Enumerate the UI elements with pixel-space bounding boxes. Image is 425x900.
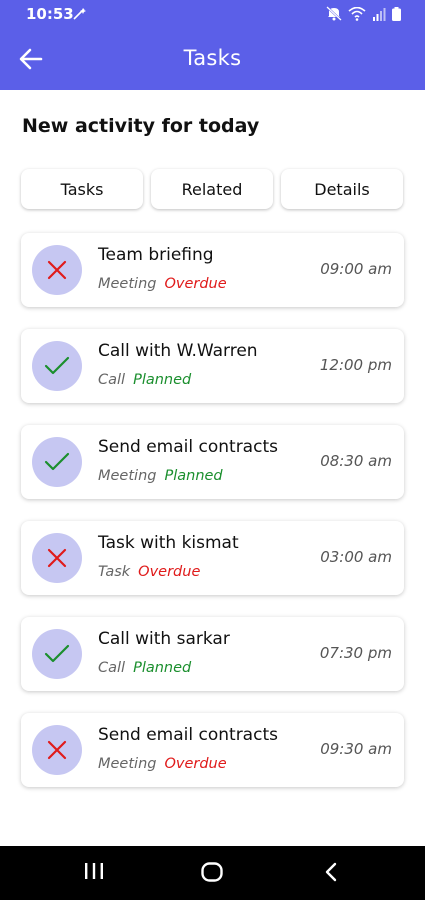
cross-icon [46, 259, 68, 281]
cross-icon-badge [32, 725, 82, 775]
activity-type: Task [98, 564, 131, 580]
activity-type: Meeting [98, 756, 157, 772]
activity-time: 09:00 am [320, 260, 392, 278]
activity-time: 07:30 pm [319, 644, 392, 662]
activity-time: 12:00 pm [319, 356, 392, 374]
activity-status: Planned [133, 660, 192, 676]
activity-title: Call with sarkar [98, 629, 230, 649]
system-nav-bar [0, 846, 425, 900]
activity-card[interactable]: Team briefing Meeting Overdue 09:00 am [21, 233, 404, 307]
app-bar: Tasks [0, 28, 425, 90]
activity-title: Send email contracts [98, 437, 278, 457]
tab-details[interactable]: Details [281, 169, 403, 209]
home-icon[interactable] [200, 861, 224, 887]
activity-meta: Task Overdue [98, 564, 200, 580]
activity-type: Meeting [98, 468, 157, 484]
check-icon-badge [32, 341, 82, 391]
activity-meta: Meeting Overdue [98, 276, 227, 292]
activity-title: Send email contracts [98, 725, 278, 745]
activity-card[interactable]: Call with sarkar Call Planned 07:30 pm [21, 617, 404, 691]
activity-card[interactable]: Send email contracts Meeting Overdue 09:30 … [21, 713, 404, 787]
check-icon [44, 451, 70, 473]
activity-type: Meeting [98, 276, 157, 292]
recent-apps-icon[interactable] [83, 861, 105, 885]
status-bar: 10:53 [0, 0, 425, 28]
activity-card[interactable]: Task with kismat Task Overdue 03:00 am [21, 521, 404, 595]
activity-type: Call [98, 372, 126, 388]
signal-icon [372, 6, 386, 25]
activity-card[interactable]: Send email contracts Meeting Planned 08:30 … [21, 425, 404, 499]
activity-time: 03:00 am [320, 548, 392, 566]
status-time: 10:53 [26, 5, 74, 23]
battery-icon [392, 6, 401, 25]
activity-title: Call with W.Warren [98, 341, 258, 361]
tab-related[interactable]: Related [151, 169, 273, 209]
tab-bar: Tasks Related Details [21, 169, 405, 211]
check-icon-badge [32, 437, 82, 487]
page-title: Tasks [183, 46, 242, 70]
activity-type: Call [98, 660, 126, 676]
activity-status: Overdue [164, 756, 227, 772]
tab-tasks[interactable]: Tasks [21, 169, 143, 209]
section-title: New activity for today [22, 115, 260, 137]
cross-icon-badge [32, 533, 82, 583]
cross-icon [46, 547, 68, 569]
activity-status: Planned [133, 372, 192, 388]
activity-time: 09:30 am [320, 740, 392, 758]
activity-card[interactable]: Call with W.Warren Call Planned 12:00 pm [21, 329, 404, 403]
mute-icon [326, 6, 342, 25]
cross-icon-badge [32, 245, 82, 295]
check-icon [44, 355, 70, 377]
activity-title: Team briefing [98, 245, 214, 265]
activity-title: Task with kismat [98, 533, 239, 553]
activity-meta: Call Planned [98, 372, 191, 388]
activity-status: Planned [164, 468, 223, 484]
activity-status: Overdue [138, 564, 201, 580]
back-icon[interactable] [322, 861, 340, 887]
activity-meta: Meeting Planned [98, 468, 223, 484]
sparkle-icon [72, 6, 88, 25]
wifi-icon [348, 6, 366, 25]
activity-meta: Call Planned [98, 660, 191, 676]
check-icon [44, 643, 70, 665]
cross-icon [46, 739, 68, 761]
check-icon-badge [32, 629, 82, 679]
activity-time: 08:30 am [320, 452, 392, 470]
activity-status: Overdue [164, 276, 227, 292]
activity-meta: Meeting Overdue [98, 756, 227, 772]
